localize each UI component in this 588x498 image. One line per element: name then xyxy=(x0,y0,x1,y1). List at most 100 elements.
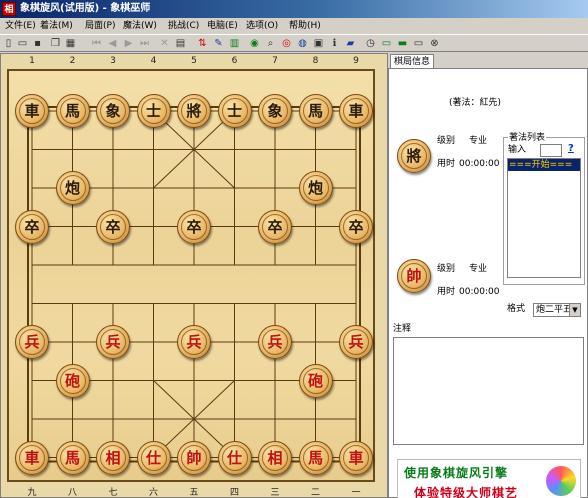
black-piece[interactable]: 象 xyxy=(96,94,130,128)
red-piece[interactable]: 相 xyxy=(96,440,130,475)
monitor-icon[interactable]: ▭ xyxy=(380,37,393,50)
move-input[interactable] xyxy=(540,144,562,157)
last-move-icon[interactable]: ⏭ xyxy=(138,37,151,50)
menu-item[interactable]: 魔法(W) xyxy=(121,19,159,33)
xiangqi-board[interactable]: 車馬象士將士象馬車炮炮卒卒卒卒卒兵兵兵兵兵砲砲車馬相仕帥仕相馬車 xyxy=(7,69,375,482)
piece-label: 車 xyxy=(343,98,369,124)
menu-item[interactable]: 着法(M) xyxy=(38,19,75,33)
engine-banner[interactable]: 使用象棋旋风引擎 体验特级大师棋艺 xyxy=(397,459,581,498)
notes-textarea[interactable] xyxy=(393,337,584,445)
terminal-icon[interactable]: ▬ xyxy=(396,37,409,50)
file-number-top: 8 xyxy=(312,56,319,66)
board-icon[interactable]: ▦ xyxy=(64,37,77,50)
help-link[interactable]: ? xyxy=(568,143,574,154)
close-icon[interactable]: ⊗ xyxy=(428,37,441,50)
piece-label: 兵 xyxy=(262,329,288,355)
red-piece[interactable]: 砲 xyxy=(55,363,90,398)
menu-item[interactable]: 帮助(H) xyxy=(287,19,323,33)
search-icon[interactable]: ⌕ xyxy=(264,37,277,50)
piece-label: 車 xyxy=(19,444,45,471)
file-number-bottom: 一 xyxy=(351,488,361,498)
delete-icon[interactable]: ✕ xyxy=(158,37,171,50)
file-number-bottom: 八 xyxy=(67,488,77,498)
next-move-icon[interactable]: ▶ xyxy=(122,37,135,50)
black-piece[interactable]: 卒 xyxy=(177,209,211,244)
title-bar: 相 象棋旋风(试用版) - 象棋巫师 xyxy=(0,0,588,18)
black-piece[interactable]: 象 xyxy=(258,94,292,128)
red-piece[interactable]: 仕 xyxy=(217,440,252,475)
flip-icon[interactable]: ⇅ xyxy=(196,37,209,50)
red-piece[interactable]: 相 xyxy=(258,440,292,475)
movelist[interactable]: ===开始=== xyxy=(507,158,581,278)
red-piece[interactable]: 車 xyxy=(339,440,373,475)
stats-icon[interactable]: ▥ xyxy=(228,37,241,50)
black-level-label: 级别 xyxy=(437,136,456,146)
file-number-bottom: 二 xyxy=(310,488,320,498)
red-piece[interactable]: 兵 xyxy=(177,325,211,359)
black-piece[interactable]: 卒 xyxy=(15,209,49,244)
red-piece[interactable]: 仕 xyxy=(136,440,171,475)
piece-label: 將 xyxy=(181,98,207,124)
copy-icon[interactable]: ❐ xyxy=(49,37,62,50)
red-piece[interactable]: 車 xyxy=(15,440,49,475)
black-piece[interactable]: 馬 xyxy=(55,94,90,128)
first-move-icon[interactable]: ⏮ xyxy=(90,37,103,50)
app-icon: 相 xyxy=(2,2,16,16)
info-icon[interactable]: ℹ xyxy=(328,37,341,50)
screen-icon[interactable]: ▭ xyxy=(412,37,425,50)
save-icon[interactable]: ▪ xyxy=(31,37,44,50)
board-grid xyxy=(27,106,361,463)
paste-icon[interactable]: ▤ xyxy=(174,37,187,50)
menu-item[interactable]: 电脑(E) xyxy=(205,19,240,33)
menu-item[interactable]: 选项(O) xyxy=(244,19,280,33)
red-piece[interactable]: 兵 xyxy=(15,325,49,359)
red-piece[interactable]: 兵 xyxy=(96,325,130,359)
file-number-top: 9 xyxy=(353,56,359,66)
format-select[interactable]: 炮二平五 ▼ xyxy=(533,303,581,317)
piece-label: 兵 xyxy=(181,329,207,355)
red-piece[interactable]: 兵 xyxy=(339,325,373,359)
prev-move-icon[interactable]: ◀ xyxy=(106,37,119,50)
black-piece[interactable]: 卒 xyxy=(96,209,130,244)
print-icon[interactable]: ▣ xyxy=(312,37,325,50)
red-piece[interactable]: 帥 xyxy=(177,440,211,475)
piece-label: 相 xyxy=(100,444,126,471)
red-piece[interactable]: 兵 xyxy=(258,325,292,359)
black-time-label: 用时 xyxy=(437,159,456,169)
piece-label: 炮 xyxy=(59,175,86,201)
red-piece[interactable]: 砲 xyxy=(298,363,333,398)
file-number-bottom: 九 xyxy=(27,488,37,498)
black-piece[interactable]: 馬 xyxy=(298,94,333,128)
piece-label: 馬 xyxy=(302,444,329,471)
black-piece[interactable]: 卒 xyxy=(339,209,373,244)
piece-label: 卒 xyxy=(343,213,369,240)
tab-game-info[interactable]: 棋局信息 xyxy=(390,54,434,69)
black-piece[interactable]: 卒 xyxy=(258,209,292,244)
timer-icon[interactable]: ◷ xyxy=(364,37,377,50)
black-piece[interactable]: 士 xyxy=(136,94,171,128)
menu-item[interactable]: 挑战(C) xyxy=(166,19,201,33)
color-icon[interactable]: ◉ xyxy=(248,37,261,50)
eye-icon[interactable]: ◎ xyxy=(280,37,293,50)
chevron-down-icon: ▼ xyxy=(569,304,580,316)
black-piece[interactable]: 炮 xyxy=(298,171,333,205)
red-level-value: 专业 xyxy=(469,264,488,274)
menu-item[interactable]: 文件(E) xyxy=(3,19,38,33)
movelist-item[interactable]: ===开始=== xyxy=(508,159,580,171)
piece-label: 砲 xyxy=(302,367,329,394)
open-icon[interactable]: ▭ xyxy=(16,37,29,50)
black-piece[interactable]: 炮 xyxy=(55,171,90,205)
black-piece[interactable]: 車 xyxy=(15,94,49,128)
red-piece[interactable]: 馬 xyxy=(55,440,90,475)
black-piece[interactable]: 將 xyxy=(177,94,211,128)
game-info-body: (著法：紅先) 將 级别 专业 用时 00:00:00 帥 级别 专业 用时 0… xyxy=(388,68,588,498)
menu-item[interactable]: 局面(P) xyxy=(83,19,117,33)
edit-icon[interactable]: ✎ xyxy=(212,37,225,50)
red-piece[interactable]: 馬 xyxy=(298,440,333,475)
web-icon[interactable]: ◍ xyxy=(296,37,309,50)
book-icon[interactable]: ▰ xyxy=(344,37,357,50)
black-piece[interactable]: 車 xyxy=(339,94,373,128)
file-number-bottom: 四 xyxy=(229,488,239,498)
new-icon[interactable]: ▯ xyxy=(2,37,15,50)
black-piece[interactable]: 士 xyxy=(217,94,252,128)
